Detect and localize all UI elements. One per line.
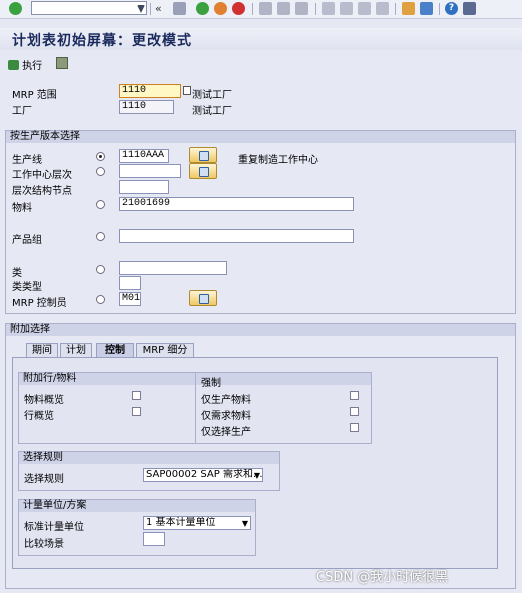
new-session-icon[interactable] (402, 2, 415, 15)
settings-icon[interactable] (463, 2, 476, 15)
line-radio[interactable] (96, 152, 105, 161)
plant-desc: 测试工厂 (192, 106, 232, 117)
watermark: CSDN @我小时候很黑 (316, 570, 449, 585)
help-icon[interactable]: ? (445, 2, 458, 15)
print-icon[interactable] (259, 2, 272, 15)
mrp-controller-label: MRP 控制员 (12, 298, 67, 309)
last-page-icon[interactable] (376, 2, 389, 15)
mrp-area-label: MRP 范围 (12, 90, 57, 101)
product-group-input[interactable] (119, 229, 354, 243)
material-label: 物料 (12, 203, 32, 214)
rule-select[interactable]: SAP00002 SAP 需求和... ▼ (143, 468, 263, 482)
tab-control[interactable]: 控制 (96, 343, 134, 358)
mrp-area-desc: 测试工厂 (192, 90, 232, 101)
prev-page-icon[interactable] (340, 2, 353, 15)
first-page-icon[interactable] (322, 2, 335, 15)
mrp-controller-radio[interactable] (96, 295, 105, 304)
wc-hier-radio[interactable] (96, 167, 105, 176)
next-page-icon[interactable] (358, 2, 371, 15)
group-divider (195, 372, 196, 444)
wc-hier-label: 工作中心层次 (12, 170, 72, 181)
only-sel-prod-checkbox[interactable] (350, 423, 359, 432)
only-sel-prod-label: 仅选择生产 (201, 427, 251, 438)
compare-label: 比较场景 (24, 539, 64, 550)
hier-node-input[interactable] (119, 180, 169, 194)
class-input[interactable] (119, 261, 227, 275)
back-icon[interactable] (196, 2, 209, 15)
class-radio[interactable] (96, 265, 105, 274)
class-label: 类 (12, 268, 22, 279)
execute-icon (8, 59, 19, 70)
only-req-material-checkbox[interactable] (350, 407, 359, 416)
check-icon[interactable] (9, 2, 22, 15)
product-group-radio[interactable] (96, 232, 105, 241)
cancel-icon[interactable] (232, 2, 245, 15)
class-type-input[interactable] (119, 276, 141, 290)
std-uom-value: 1 基本计量单位 (146, 517, 216, 528)
mrp-controller-input[interactable]: M01 (119, 292, 141, 306)
row-overview-label: 行概览 (24, 411, 54, 422)
tab-mrp-segment[interactable]: MRP 细分 (136, 343, 194, 358)
rule-title: 选择规则 (19, 452, 279, 464)
page-title: 计划表初始屏幕：更改模式 (12, 33, 192, 49)
std-uom-label: 标准计量单位 (24, 522, 84, 533)
save-icon[interactable] (173, 2, 186, 15)
material-overview-label: 物料概览 (24, 395, 64, 406)
std-uom-select[interactable]: 1 基本计量单位 ▼ (143, 516, 251, 530)
tab-plan[interactable]: 计划 (60, 343, 92, 358)
chevron-down-icon: ▼ (253, 471, 260, 480)
wc-hier-search-button[interactable] (189, 163, 217, 179)
tab-period[interactable]: 期间 (26, 343, 58, 358)
mrp-area-input[interactable]: 1110 (119, 84, 181, 98)
line-input[interactable]: 1110AAA (119, 149, 169, 163)
material-overview-checkbox[interactable] (132, 391, 141, 400)
plant-input[interactable]: 1110 (119, 100, 174, 114)
find-icon[interactable] (277, 2, 290, 15)
execute-button[interactable]: 执行 (8, 57, 43, 72)
version-select-title: 按生产版本选择 (6, 131, 515, 143)
rule-label: 选择规则 (24, 474, 64, 485)
chevron-down-icon: ▼ (241, 519, 248, 528)
row-overview-checkbox[interactable] (132, 407, 141, 416)
compare-input[interactable] (143, 532, 165, 546)
force-title: 强制 (201, 378, 221, 389)
execute-label: 执行 (22, 61, 43, 72)
line-desc: 重复制造工作中心 (238, 155, 318, 166)
system-toolbar: « ? (0, 0, 522, 19)
product-group-label: 产品组 (12, 235, 42, 246)
material-radio[interactable] (96, 200, 105, 209)
only-prod-material-label: 仅生产物料 (201, 395, 251, 406)
rule-select-value: SAP00002 SAP 需求和... (146, 469, 263, 480)
collapse-icon[interactable]: « (155, 2, 168, 15)
plant-label: 工厂 (12, 106, 32, 117)
class-type-label: 类类型 (12, 282, 42, 293)
only-req-material-label: 仅需求物料 (201, 411, 251, 422)
f4-help-icon[interactable] (183, 86, 191, 95)
uom-title: 计量单位/方案 (19, 500, 255, 512)
hier-node-label: 层次结构节点 (12, 186, 72, 197)
line-search-button[interactable] (189, 147, 217, 163)
material-input[interactable]: 21001699 (119, 197, 354, 211)
only-prod-material-checkbox[interactable] (350, 391, 359, 400)
extra-select-title: 附加选择 (6, 324, 515, 336)
variant-icon[interactable] (56, 57, 68, 69)
shortcut-icon[interactable] (420, 2, 433, 15)
command-field[interactable] (31, 1, 147, 15)
line-label: 生产线 (12, 155, 42, 166)
find-next-icon[interactable] (295, 2, 308, 15)
exit-icon[interactable] (214, 2, 227, 15)
mrp-controller-search-button[interactable] (189, 290, 217, 306)
wc-hier-input[interactable] (119, 164, 181, 178)
